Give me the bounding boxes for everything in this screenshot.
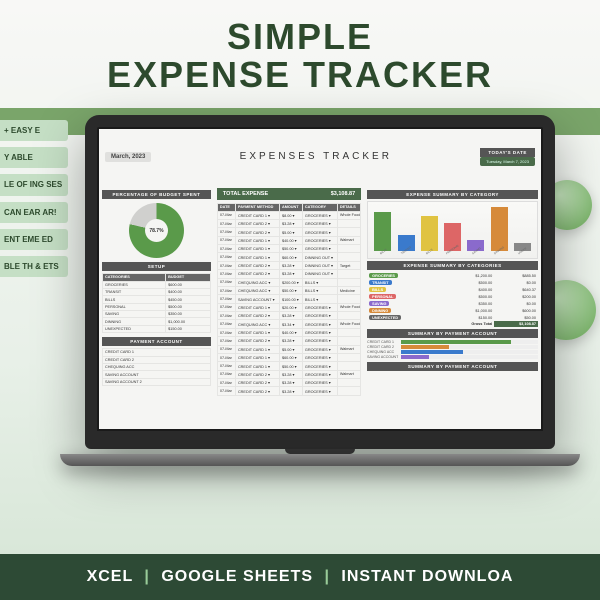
bar: SAVING [465, 240, 486, 256]
chart-header: EXPENSE SUMMARY BY CATEGORY [367, 190, 538, 199]
payment-header: PAYMENT ACCOUNT [102, 337, 211, 346]
total-value: $3,108.87 [331, 191, 355, 197]
table-row: GROCERIES$600.00 [103, 281, 211, 288]
bar-chart: BILLSTRANSITBILLSPERSONALSAVINGDINNINGUN… [367, 201, 538, 259]
table-row: PERSONAL$500.00$200.00 [367, 293, 538, 300]
payment-account-table: CREDIT CARD 1CREDIT CARD 2CHEQUING ACCSA… [102, 348, 211, 386]
table-row: BILLS$450.00 [103, 296, 211, 303]
footer-p1: XCEL [87, 568, 133, 585]
grand-total-row: Gross Total$3,108.87 [367, 321, 538, 327]
today-date: Tuesday, March 7, 2023 [480, 157, 535, 166]
setup-header: SETUP [102, 262, 211, 271]
category-summary-table: GROCERIES$1,200.00$885.50TRANSIT$500.00$… [367, 272, 538, 327]
table-row: 07-MarCREDIT CARD 2 ▾$3.28 ▾GROCERIES ▾ [217, 312, 360, 320]
table-row: 07-MarCREDIT CARD 1 ▾$40.00 ▾GROCERIES ▾… [217, 236, 360, 244]
title-line-2: EXPENSE TRACKER [0, 56, 600, 94]
table-row: 07-MarCREDIT CARD 2 ▾$3.28 ▾GROCERIES ▾W… [217, 370, 360, 378]
today-label: TODAY'S DATE [480, 148, 535, 157]
expense-table: DATEPAYMENT METHODAMOUNTCATEGORYDETAILS0… [217, 203, 361, 396]
total-expense-row: TOTAL EXPENSE $3,108.87 [217, 188, 361, 200]
pay-table-header: SUMMARY BY PAYMENT ACCOUNT [367, 362, 538, 371]
laptop-base [60, 454, 580, 466]
table-row: DINNING$1,000.00 [103, 318, 211, 325]
bar: PERSONAL [442, 223, 463, 256]
table-row: 07-MarCREDIT CARD 1 ▾$50.00 ▾GROCERIES ▾ [217, 362, 360, 370]
laptop-screen-frame: March, 2023 EXPENSES TRACKER TODAY'S DAT… [85, 115, 555, 449]
laptop-screen: March, 2023 EXPENSES TRACKER TODAY'S DAT… [99, 129, 541, 429]
center-panel: TOTAL EXPENSE $3,108.87 DATEPAYMENT METH… [214, 184, 364, 429]
table-row: 07-MarCREDIT CARD 2 ▾$3.28 ▾GROCERIES ▾ [217, 219, 360, 227]
table-row: SAVING$350.00 [103, 311, 211, 318]
hbar-row: SAVING ACCOUNT [367, 355, 538, 359]
feature-bullet: ENT EME ED [0, 229, 68, 250]
table-row: SAVING ACCOUNT 2 [103, 378, 211, 385]
table-row: GROCERIES$1,200.00$885.50 [367, 272, 538, 279]
table-row: 07-MarCREDIT CARD 1 ▾$20.00 ▾GROCERIES ▾… [217, 303, 360, 311]
table-row: UNEXPECTED$150.00 [103, 325, 211, 332]
table-row: 07-MarCREDIT CARD 1 ▾$40.00 ▾GROCERIES ▾ [217, 328, 360, 336]
setup-table: CATEGORIESBUDGETGROCERIES$600.00TRANSIT$… [102, 273, 211, 333]
hbar-row: CREDIT CARD 1 [367, 340, 538, 344]
table-row: PERSONAL$500.00 [103, 303, 211, 310]
table-row: TRANSIT$400.00 [103, 288, 211, 295]
month-badge: March, 2023 [105, 152, 151, 162]
separator-icon: | [144, 568, 149, 585]
table-row: CREDIT CARD 1 [103, 349, 211, 356]
cat-summary-header: EXPENSE SUMMARY BY CATEGORIES [367, 261, 538, 270]
footer-p3: INSTANT DOWNLOA [341, 568, 513, 585]
table-row: CREDIT CARD 2 [103, 356, 211, 363]
spreadsheet: March, 2023 EXPENSES TRACKER TODAY'S DAT… [99, 129, 541, 429]
right-panel: EXPENSE SUMMARY BY CATEGORY BILLSTRANSIT… [364, 184, 541, 429]
table-row: 07-MarCREDIT CARD 2 ▾$3.28 ▾DINNING OUT … [217, 261, 360, 269]
footer-banner: XCEL | GOOGLE SHEETS | INSTANT DOWNLOA [0, 554, 600, 600]
table-row: BILLS$400.00$640.37 [367, 286, 538, 293]
spreadsheet-title: EXPENSES TRACKER [240, 151, 392, 162]
table-row: 07-MarCREDIT CARD 1 ▾$60.00 ▾DINNING OUT… [217, 253, 360, 261]
feature-bullet: CAN EAR AR! [0, 202, 68, 223]
laptop-mockup: March, 2023 EXPENSES TRACKER TODAY'S DAT… [85, 115, 555, 466]
total-label: TOTAL EXPENSE [223, 191, 268, 197]
table-row: 07-MarCREDIT CARD 2 ▾$5.00 ▾GROCERIES ▾ [217, 228, 360, 236]
bar: UNEXP. [512, 243, 533, 256]
table-row: 07-MarCHEQUING ACC ▾$50.00 ▾BILLS ▾Medic… [217, 286, 360, 294]
table-row: UNEXPECTED$150.00$50.00 [367, 314, 538, 321]
bar: BILLS [372, 212, 393, 256]
table-row: TRANSIT$500.00$0.00 [367, 279, 538, 286]
table-row: 07-MarCREDIT CARD 2 ▾$3.28 ▾GROCERIES ▾ [217, 379, 360, 387]
title-line-1: SIMPLE [0, 18, 600, 56]
table-row: 07-MarCHEQUING ACC ▾$200.00 ▾BILLS ▾ [217, 278, 360, 286]
table-row: 07-MarSAVING ACCOUNT ▾$100.00 ▾BILLS ▾ [217, 295, 360, 303]
bar: BILLS [419, 216, 440, 257]
feature-bullet: + EASY E [0, 120, 68, 141]
left-panel: PERCENTAGE OF BUDGET SPENT SETUP CATEGOR… [99, 184, 214, 429]
table-row: CHEQUING ACC [103, 363, 211, 370]
table-row: 07-MarCREDIT CARD 1 ▾$60.00 ▾GROCERIES ▾ [217, 353, 360, 361]
bar: DINNING [488, 207, 509, 256]
pay-summary-header: SUMMARY BY PAYMENT ACCOUNT [367, 329, 538, 338]
table-row: 07-MarCREDIT CARD 1 ▾$8.00 ▾GROCERIES ▾W… [217, 211, 360, 219]
payment-hbar-chart: CREDIT CARD 1CREDIT CARD 2CHEQUING ACCSA… [367, 340, 538, 359]
hbar-row: CHEQUING ACC [367, 350, 538, 354]
table-row: 07-MarCREDIT CARD 1 ▾$50.00 ▾GROCERIES ▾ [217, 245, 360, 253]
separator-icon: | [324, 568, 329, 585]
table-row: SAVING$350.00$0.00 [367, 300, 538, 307]
table-row: DINNING$1,000.00$600.00 [367, 307, 538, 314]
table-row: SAVING ACCOUNT [103, 371, 211, 378]
table-row: 07-MarCREDIT CARD 1 ▾$5.00 ▾GROCERIES ▾W… [217, 345, 360, 353]
table-row: 07-MarCREDIT CARD 2 ▾$3.28 ▾DINNING OUT … [217, 270, 360, 278]
bar: TRANSIT [395, 235, 416, 257]
donut-chart [129, 203, 184, 258]
spreadsheet-header-row: March, 2023 EXPENSES TRACKER TODAY'S DAT… [99, 129, 541, 184]
feature-bullet: LE OF ING SES [0, 174, 68, 195]
feature-bullet: Y ABLE [0, 147, 68, 168]
table-row: 07-MarCHEQUING ACC ▾$3.34 ▾GROCERIES ▾Wh… [217, 320, 360, 328]
footer-p2: GOOGLE SHEETS [161, 568, 313, 585]
feature-sidebar: + EASY E Y ABLE LE OF ING SES CAN EAR AR! E… [0, 120, 68, 277]
hbar-row: CREDIT CARD 2 [367, 345, 538, 349]
page-header: SIMPLE EXPENSE TRACKER [0, 0, 600, 102]
pct-header: PERCENTAGE OF BUDGET SPENT [102, 190, 211, 199]
feature-bullet: BLE TH & ETS [0, 256, 68, 277]
table-row: 07-MarCREDIT CARD 2 ▾$3.28 ▾GROCERIES ▾ [217, 337, 360, 345]
table-row: 07-MarCREDIT CARD 2 ▾$3.28 ▾GROCERIES ▾ [217, 387, 360, 395]
